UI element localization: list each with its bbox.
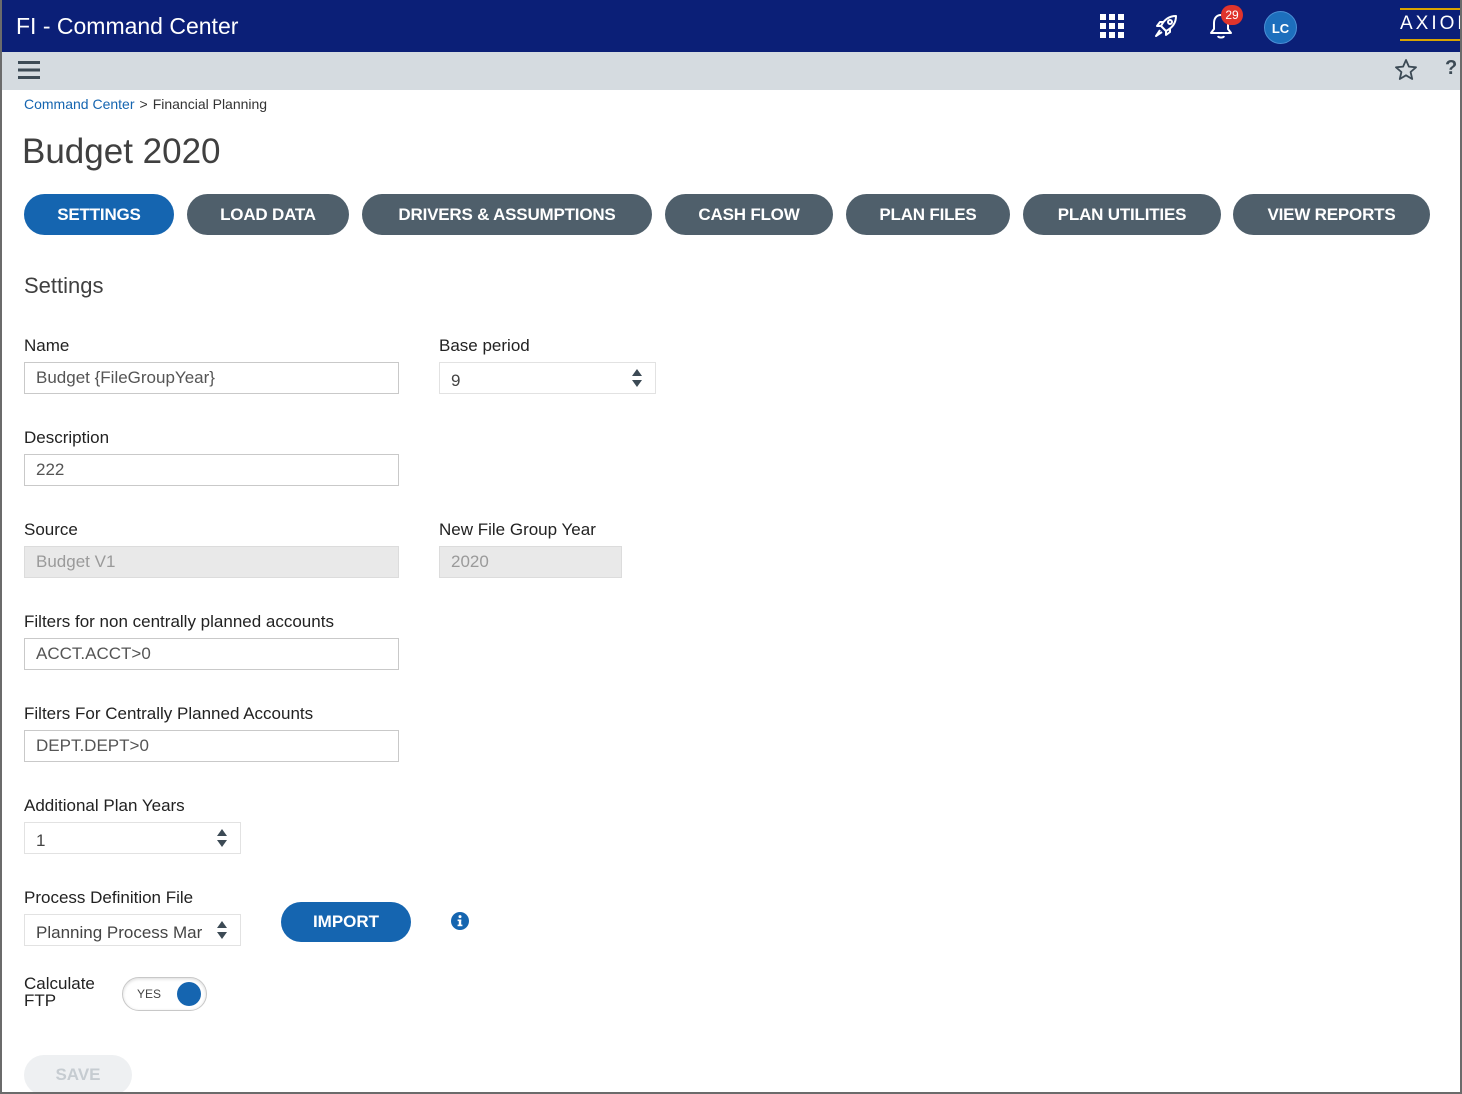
select-arrows-icon — [204, 823, 240, 853]
toggle-knob — [177, 982, 201, 1006]
additional-plan-years-label: Additional Plan Years — [24, 796, 185, 815]
hamburger-menu-icon[interactable] — [18, 60, 40, 80]
base-period-label: Base period — [439, 336, 530, 355]
brand-line-top — [1400, 8, 1460, 10]
apps-grid-icon[interactable] — [1096, 10, 1128, 42]
notification-count-badge: 29 — [1221, 5, 1243, 25]
help-icon[interactable]: ? — [1445, 57, 1457, 80]
calculate-ftp-label-line2: FTP — [24, 991, 57, 1010]
base-period-select[interactable]: 9 — [439, 362, 656, 394]
calculate-ftp-toggle[interactable]: YES — [122, 977, 207, 1011]
tab-settings[interactable]: SETTINGS — [24, 194, 174, 235]
app-title: FI - Command Center — [16, 13, 239, 39]
base-period-value: 9 — [451, 371, 461, 390]
name-label: Name — [24, 336, 70, 355]
calculate-ftp-label: Calculate FTP — [24, 975, 95, 1009]
brand-line-bottom — [1400, 39, 1460, 41]
process-definition-file-label: Process Definition File — [24, 888, 194, 907]
process-definition-file-select[interactable]: Planning Process Mar — [24, 914, 241, 946]
info-icon[interactable] — [451, 912, 469, 930]
source-input: Budget V1 — [24, 546, 399, 578]
description-input[interactable]: 222 — [24, 454, 399, 486]
calculate-ftp-label-line1: Calculate — [24, 974, 95, 993]
name-input[interactable]: Budget {FileGroupYear} — [24, 362, 399, 394]
import-button[interactable]: IMPORT — [281, 902, 411, 942]
tab-cash-flow[interactable]: CASH FLOW — [665, 194, 833, 235]
app-window: FI - Command Center 29 LC AXIOM — [0, 0, 1462, 1094]
breadcrumb-separator: > — [139, 96, 148, 112]
toggle-state-text: YES — [137, 987, 162, 1001]
tab-load-data[interactable]: LOAD DATA — [187, 194, 349, 235]
filters-central-input[interactable]: DEPT.DEPT>0 — [24, 730, 399, 762]
tab-view-reports[interactable]: VIEW REPORTS — [1233, 194, 1430, 235]
section-title: Settings — [24, 273, 104, 298]
additional-plan-years-select[interactable]: 1 — [24, 822, 241, 854]
new-file-group-year-input: 2020 — [439, 546, 622, 578]
breadcrumb-command-center[interactable]: Command Center — [24, 96, 135, 112]
filters-central-label: Filters For Centrally Planned Accounts — [24, 704, 314, 723]
user-avatar[interactable]: LC — [1264, 11, 1297, 44]
tab-plan-utilities[interactable]: PLAN UTILITIES — [1023, 194, 1221, 235]
page-title: Budget 2020 — [22, 132, 221, 171]
filters-non-central-label: Filters for non centrally planned accoun… — [24, 612, 334, 631]
description-label: Description — [24, 428, 110, 447]
star-icon[interactable] — [1394, 58, 1418, 82]
new-file-group-year-label: New File Group Year — [439, 520, 596, 539]
rocket-icon[interactable] — [1150, 10, 1182, 42]
select-arrows-icon — [619, 363, 655, 393]
sub-toolbar — [2, 52, 1460, 90]
filters-non-central-input[interactable]: ACCT.ACCT>0 — [24, 638, 399, 670]
breadcrumb-current: Financial Planning — [152, 96, 268, 112]
process-definition-file-value: Planning Process Mar — [36, 923, 203, 942]
save-button: SAVE — [24, 1055, 132, 1092]
tab-drivers-assumptions[interactable]: DRIVERS & ASSUMPTIONS — [362, 194, 652, 235]
source-label: Source — [24, 520, 78, 539]
breadcrumb: Command Center > Financial Planning — [24, 96, 267, 112]
additional-plan-years-value: 1 — [36, 831, 46, 850]
tab-plan-files[interactable]: PLAN FILES — [846, 194, 1010, 235]
brand-logo: AXIOM — [1400, 13, 1460, 34]
select-arrows-icon — [204, 915, 240, 945]
